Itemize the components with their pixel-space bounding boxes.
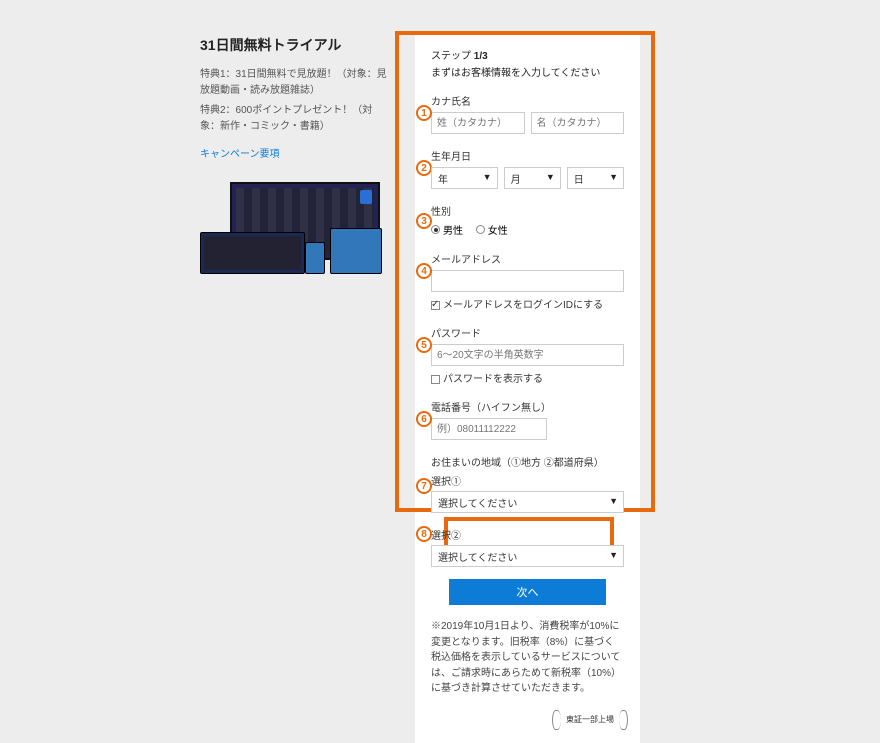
month-select[interactable]: 月 bbox=[504, 167, 561, 189]
day-select[interactable]: 日 bbox=[567, 167, 624, 189]
show-password-check[interactable]: パスワードを表示する bbox=[431, 370, 624, 385]
badge-2: 2 bbox=[416, 160, 432, 176]
region1-select[interactable]: 選択してください bbox=[431, 491, 624, 513]
gender-female-radio[interactable]: 女性 bbox=[476, 222, 508, 237]
devices-illustration bbox=[200, 182, 385, 274]
laurel-badge: 東証一部上場 bbox=[415, 709, 640, 743]
select1-label: 選択① bbox=[431, 473, 624, 488]
gender-label: 性別 bbox=[431, 203, 624, 218]
region-label: お住まいの地域（①地方 ②都道府県） bbox=[431, 454, 624, 469]
badge-4: 4 bbox=[416, 263, 432, 279]
select2-label: 選択② bbox=[431, 527, 624, 542]
badge-6: 6 bbox=[416, 411, 432, 427]
gender-male-radio[interactable]: 男性 bbox=[431, 222, 463, 237]
tel-label: 電話番号（ハイフン無し） bbox=[431, 399, 624, 414]
page-title: 31日間無料トライアル bbox=[200, 35, 390, 55]
dob-label: 生年月日 bbox=[431, 148, 624, 163]
kana-last-input[interactable] bbox=[431, 112, 525, 134]
badge-5: 5 bbox=[416, 337, 432, 353]
step-description: まずはお客様情報を入力してください bbox=[431, 64, 624, 79]
email-input[interactable] bbox=[431, 270, 624, 292]
year-select[interactable]: 年 bbox=[431, 167, 498, 189]
kana-label: カナ氏名 bbox=[431, 93, 624, 108]
signup-form-panel: ステップ 1/3 まずはお客様情報を入力してください 1 カナ氏名 2 生年月日… bbox=[415, 35, 640, 743]
password-input[interactable] bbox=[431, 344, 624, 366]
badge-3: 3 bbox=[416, 213, 432, 229]
badge-7: 7 bbox=[416, 478, 432, 494]
step-indicator: ステップ 1/3 bbox=[431, 47, 624, 62]
password-label: パスワード bbox=[431, 325, 624, 340]
kana-first-input[interactable] bbox=[531, 112, 625, 134]
tel-input[interactable] bbox=[431, 418, 547, 440]
email-label: メールアドレス bbox=[431, 251, 624, 266]
campaign-link[interactable]: キャンペーン要項 bbox=[200, 145, 280, 160]
badge-8: 8 bbox=[416, 526, 432, 542]
tax-note: ※2019年10月1日より、消費税率が10%に変更となります。旧税率（8%）に基… bbox=[415, 619, 640, 709]
region2-select[interactable]: 選択してください bbox=[431, 545, 624, 567]
next-button[interactable]: 次へ bbox=[449, 579, 606, 605]
badge-1: 1 bbox=[416, 105, 432, 121]
benefit-2: 特典2：600ポイントプレゼント！（対象：新作・コミック・書籍） bbox=[200, 103, 390, 135]
email-as-login-check[interactable]: メールアドレスをログインIDにする bbox=[431, 296, 624, 311]
benefit-1: 特典1：31日間無料で見放題！（対象：見放題動画・読み放題雑誌） bbox=[200, 67, 390, 99]
